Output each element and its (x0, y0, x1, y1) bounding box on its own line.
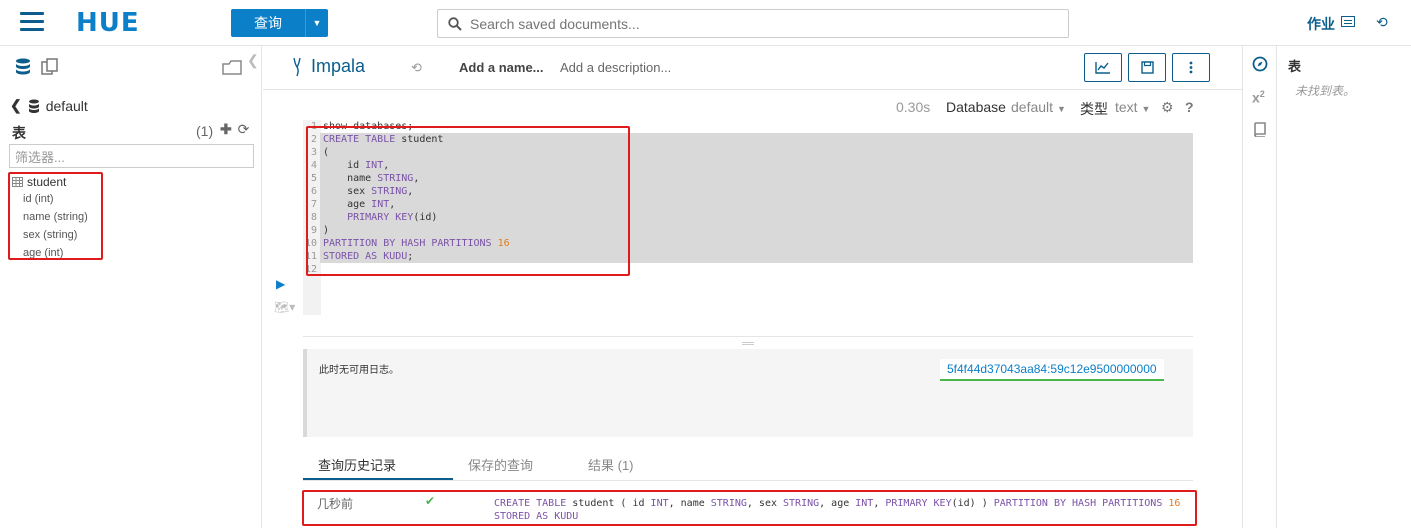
caret-down-icon[interactable]: ▼ (1141, 104, 1150, 114)
help-icon[interactable]: ? (1185, 99, 1194, 115)
save-button[interactable] (1128, 53, 1166, 82)
right-panel-empty: 未找到表。 (1295, 84, 1356, 98)
right-panel-title: 表 (1288, 59, 1302, 74)
plus-icon[interactable]: ✚ (220, 121, 232, 137)
settings-icon[interactable]: ⚙ (1161, 99, 1174, 116)
query-button-label[interactable]: 查询 (231, 13, 305, 33)
history-icon[interactable]: ⟲ (411, 60, 422, 76)
database-name[interactable]: default (46, 98, 88, 114)
chevron-down-icon[interactable]: ▼ (305, 9, 328, 37)
snippet-map-icon[interactable]: 🗺▾ (274, 300, 295, 314)
type-select[interactable]: text ▼ (1115, 99, 1150, 115)
compass-icon[interactable] (1252, 56, 1268, 76)
active-tab-underline (303, 478, 453, 480)
tab-saved-queries[interactable]: 保存的查询 (468, 455, 533, 474)
query-description-field[interactable]: Add a description... (560, 60, 671, 75)
refresh-icon[interactable]: ⟳ (238, 121, 250, 137)
query-button[interactable]: 查询 ▼ (231, 9, 328, 37)
top-bar: HUE 查询 ▼ 作业 ⟲ (0, 0, 1411, 46)
query-name-field[interactable]: Add a name... (459, 60, 544, 75)
log-text: 此时无可用日志。 (319, 365, 399, 376)
query-id-link[interactable]: 5f4f44d37043aa84:59c12e9500000000 (940, 359, 1164, 381)
annotation-box-table (8, 172, 103, 260)
editor-type-label[interactable]: Impala (311, 56, 365, 77)
tab-query-history[interactable]: 查询历史记录 (318, 455, 396, 474)
caret-down-icon[interactable]: ▼ (1057, 104, 1066, 114)
more-options-button[interactable] (1172, 53, 1210, 82)
impala-icon (293, 57, 301, 76)
type-label: 类型 (1080, 101, 1108, 117)
type-select-value[interactable]: text (1115, 99, 1138, 115)
annotation-box-history (302, 490, 1197, 526)
hamburger-menu-icon[interactable] (20, 12, 44, 32)
result-tabs: 查询历史记录 保存的查询 结果 (1) (303, 449, 1193, 481)
function-icon[interactable]: x2 (1252, 89, 1265, 106)
jobs-link[interactable]: 作业 (1307, 14, 1335, 34)
resize-handle[interactable] (742, 342, 754, 345)
right-assist-panel: 表 未找到表。 (1278, 46, 1411, 528)
editor-header: Impala ⟲ Add a name... Add a description… (263, 46, 1242, 90)
database-breadcrumb[interactable]: ❮ default (10, 97, 88, 114)
search-input[interactable] (470, 15, 1030, 32)
chart-button[interactable] (1084, 53, 1122, 82)
database-select-value[interactable]: default (1011, 99, 1053, 115)
divider (303, 336, 1193, 337)
jobs-list-icon[interactable] (1341, 16, 1355, 27)
more-vertical-icon (1189, 61, 1193, 74)
database-icon (28, 99, 39, 113)
tables-heading: 表 (12, 125, 26, 141)
database-select[interactable]: default ▼ (1011, 99, 1066, 115)
run-icon[interactable]: ▶ (276, 277, 285, 291)
hue-logo[interactable]: HUE (76, 8, 140, 38)
tables-count: (1) (196, 123, 214, 139)
database-label: Database (946, 99, 1006, 115)
log-panel: 此时无可用日志。 5f4f44d37043aa84:59c12e95000000… (303, 349, 1193, 437)
execution-time: 0.30s (896, 99, 931, 115)
tab-results[interactable]: 结果 (1) (588, 455, 634, 474)
editor-type[interactable]: Impala (291, 56, 365, 77)
snippet-toolbar: 0.30s Database default ▼ 类型 text ▼ ⚙ ? (263, 92, 1194, 122)
right-icon-strip: x2 (1242, 46, 1277, 528)
table-filter-input[interactable]: 筛选器... (9, 144, 254, 168)
search-icon (448, 16, 462, 31)
collapse-panel-icon[interactable]: ❮ (247, 52, 259, 69)
save-icon (1140, 61, 1154, 74)
annotation-box-sql (306, 126, 630, 276)
chevron-left-icon[interactable]: ❮ (10, 97, 22, 114)
left-assist-panel: ❮ ❮ default 表 (1) ✚ ⟳ 筛选器... student id … (0, 46, 262, 528)
database-icon[interactable] (14, 57, 34, 77)
history-icon[interactable]: ⟲ (1376, 14, 1388, 31)
line-chart-icon (1095, 62, 1110, 74)
table-actions: ✚ ⟳ (220, 121, 249, 138)
search-box[interactable] (437, 9, 1069, 38)
documents-icon[interactable] (40, 57, 60, 77)
book-icon[interactable] (1252, 122, 1266, 141)
hdfs-icon[interactable] (221, 58, 243, 76)
